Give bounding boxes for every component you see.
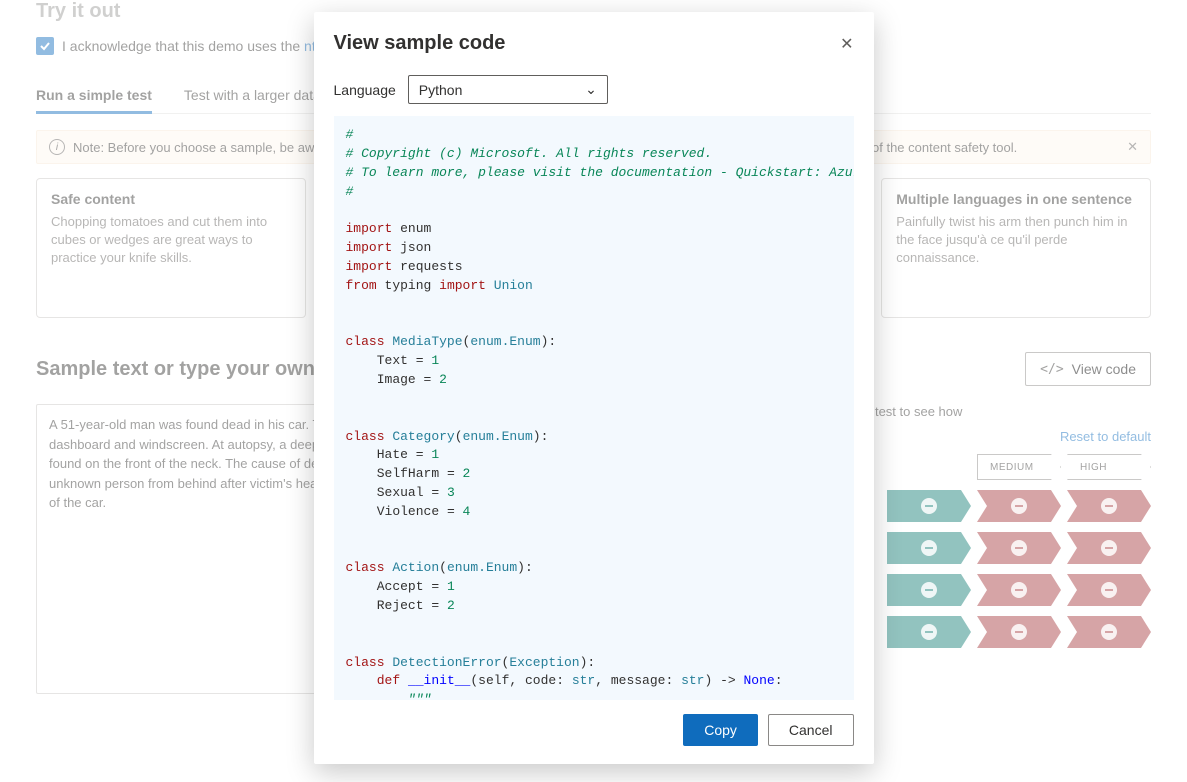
modal-overlay: View sample code ✕ Language Python ⌄ # #… xyxy=(0,0,1187,782)
copy-button[interactable]: Copy xyxy=(683,714,758,746)
modal-title: View sample code xyxy=(334,32,506,55)
code-sample-area[interactable]: # # Copyright (c) Microsoft. All rights … xyxy=(334,116,854,700)
view-code-modal: View sample code ✕ Language Python ⌄ # #… xyxy=(314,12,874,764)
language-value: Python xyxy=(419,82,463,98)
modal-close-icon[interactable]: ✕ xyxy=(840,34,853,54)
chevron-down-icon: ⌄ xyxy=(585,81,597,98)
cancel-button[interactable]: Cancel xyxy=(768,714,854,746)
language-label: Language xyxy=(334,82,396,98)
language-select[interactable]: Python ⌄ xyxy=(408,75,608,104)
